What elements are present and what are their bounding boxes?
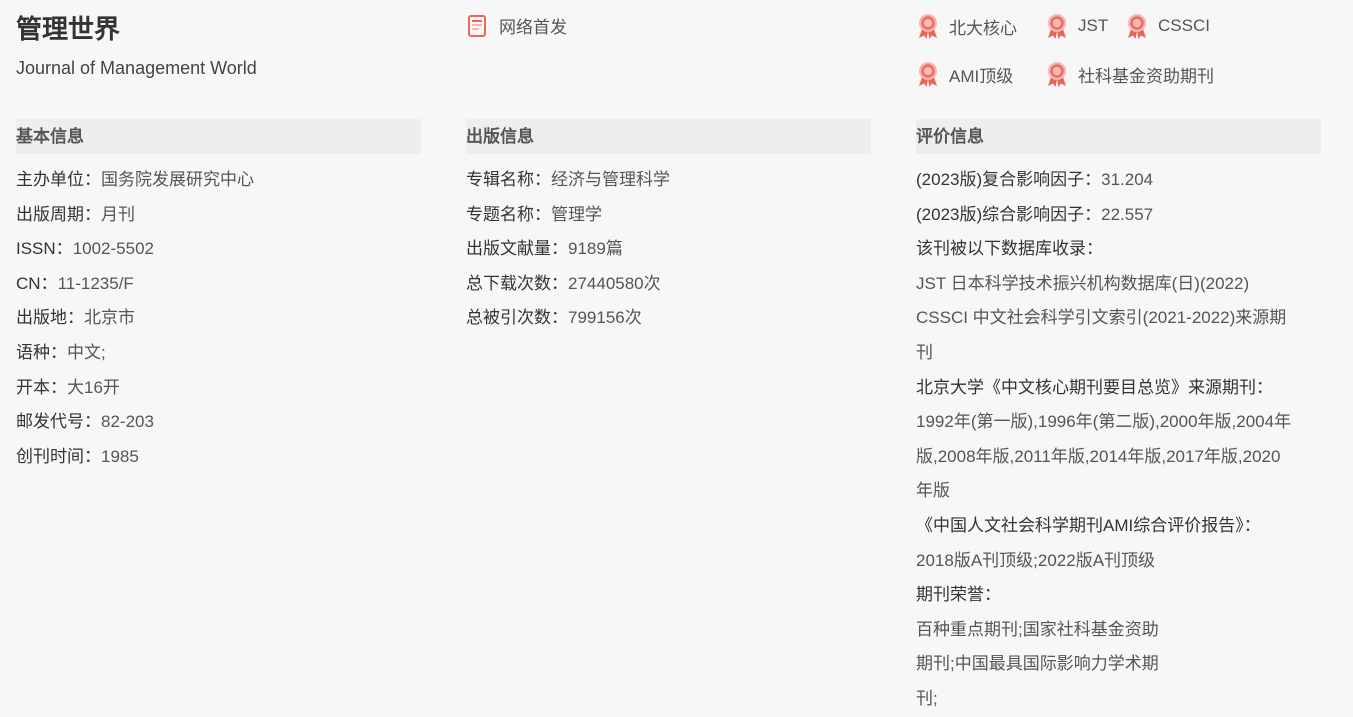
info-key: ISSN： bbox=[16, 239, 73, 259]
info-row: 总被引次数：799156次 bbox=[466, 301, 871, 336]
eval-line: (2023版)综合影响因子：22.557 bbox=[916, 198, 1321, 233]
info-value: 大16开 bbox=[67, 377, 120, 397]
eval-line: 期刊荣誉： bbox=[916, 585, 1001, 605]
eval-line: 该刊被以下数据库收录： bbox=[916, 239, 1103, 259]
info-row: 出版文献量：9189篇 bbox=[466, 232, 871, 267]
tag-label: 北大核心 bbox=[949, 18, 1017, 38]
info-row: 专辑名称：经济与管理科学 bbox=[466, 163, 871, 198]
award-ribbon-icon bbox=[1124, 12, 1150, 40]
info-key: 专辑名称： bbox=[466, 170, 551, 189]
journal-subtitle: Journal of Management World bbox=[16, 58, 257, 78]
basic-info-heading: 基本信息 bbox=[16, 119, 421, 154]
journal-title: 管理世界 bbox=[16, 14, 121, 44]
evaluation-info-section: 评价信息 (2023版)复合影响因子：31.204 (2023版)综合影响因子：… bbox=[916, 119, 1321, 717]
info-row: 邮发代号：82-203 bbox=[16, 405, 421, 440]
info-key: CN： bbox=[16, 273, 58, 293]
info-value: 9189篇 bbox=[568, 239, 623, 259]
info-value: 11-1235/F bbox=[57, 273, 134, 293]
first-publish-badge[interactable]: 网络首发 bbox=[466, 13, 567, 38]
info-key: 主办单位： bbox=[16, 170, 101, 189]
eval-line: 期刊;中国最具国际影响力学术期 bbox=[916, 654, 1159, 674]
award-ribbon-icon bbox=[1044, 12, 1070, 40]
eval-line: 版,2008年版,2011年版,2014年版,2017年版,2020 bbox=[916, 446, 1281, 466]
tag-ami-top[interactable]: AMI顶级 bbox=[915, 60, 1013, 88]
info-key: 邮发代号： bbox=[16, 412, 101, 432]
info-row: 开本：大16开 bbox=[16, 371, 421, 406]
tag-pku-core[interactable]: 北大核心 bbox=[915, 12, 1017, 40]
info-key: 创刊时间： bbox=[16, 446, 101, 466]
info-row: 专题名称：管理学 bbox=[466, 198, 871, 233]
document-icon bbox=[466, 14, 488, 38]
info-row: 出版周期：月刊 bbox=[16, 198, 421, 233]
eval-key: (2023版)复合影响因子： bbox=[916, 170, 1102, 189]
info-row: 总下载次数：27440580次 bbox=[466, 267, 871, 302]
first-publish-label: 网络首发 bbox=[499, 18, 567, 37]
info-key: 专题名称： bbox=[466, 204, 551, 224]
award-ribbon-icon bbox=[1044, 60, 1070, 88]
basic-info-section: 基本信息 主办单位：国务院发展研究中心 出版周期：月刊 ISSN：1002-55… bbox=[16, 119, 421, 474]
tag-social-science-fund[interactable]: 社科基金资助期刊 bbox=[1044, 60, 1214, 88]
info-row: CN：11-1235/F bbox=[16, 267, 421, 302]
info-key: 总被引次数： bbox=[466, 308, 568, 328]
publish-info-list: 专辑名称：经济与管理科学 专题名称：管理学 出版文献量：9189篇 总下载次数：… bbox=[466, 163, 871, 336]
info-key: 语种： bbox=[16, 342, 67, 362]
eval-line: 《中国人文社会科学期刊AMI综合评价报告》： bbox=[916, 515, 1261, 535]
info-value: 1002-5502 bbox=[72, 239, 154, 259]
info-row: 创刊时间：1985 bbox=[16, 440, 421, 475]
info-row: 出版地：北京市 bbox=[16, 301, 421, 336]
eval-line: 北京大学《中文核心期刊要目总览》来源期刊： bbox=[916, 377, 1273, 397]
eval-value: 22.557 bbox=[1101, 204, 1154, 224]
eval-line: JST 日本科学技术振兴机构数据库(日)(2022) bbox=[916, 273, 1250, 293]
tag-label: CSSCI bbox=[1158, 16, 1210, 35]
evaluation-info-heading: 评价信息 bbox=[916, 119, 1321, 154]
info-value: 国务院发展研究中心 bbox=[101, 170, 254, 189]
eval-line: (2023版)复合影响因子：31.204 bbox=[916, 163, 1321, 198]
info-key: 出版地： bbox=[16, 308, 84, 328]
evaluation-info-list: (2023版)复合影响因子：31.204 (2023版)综合影响因子：22.55… bbox=[916, 163, 1321, 717]
award-ribbon-icon bbox=[915, 60, 941, 88]
publish-info-heading: 出版信息 bbox=[466, 119, 871, 154]
info-key: 出版周期： bbox=[16, 204, 101, 224]
info-value: 82-203 bbox=[101, 412, 154, 432]
info-value: 1985 bbox=[101, 446, 139, 466]
info-value: 799156次 bbox=[568, 308, 642, 328]
eval-line: CSSCI 中文社会科学引文索引(2021-2022)来源期 bbox=[916, 308, 1287, 328]
tag-label: AMI顶级 bbox=[949, 66, 1014, 86]
eval-line: 百种重点期刊;国家社科基金资助 bbox=[916, 619, 1159, 639]
info-row: ISSN：1002-5502 bbox=[16, 232, 421, 267]
info-row: 语种：中文; bbox=[16, 336, 421, 371]
publish-info-section: 出版信息 专辑名称：经济与管理科学 专题名称：管理学 出版文献量：9189篇 总… bbox=[466, 119, 871, 336]
tag-cssci[interactable]: CSSCI bbox=[1124, 12, 1210, 40]
eval-line: 刊; bbox=[916, 688, 938, 708]
info-value: 月刊 bbox=[101, 204, 135, 224]
info-value: 经济与管理科学 bbox=[551, 170, 670, 189]
eval-value: 31.204 bbox=[1101, 170, 1154, 189]
basic-info-list: 主办单位：国务院发展研究中心 出版周期：月刊 ISSN：1002-5502 CN… bbox=[16, 163, 421, 474]
info-key: 开本： bbox=[16, 377, 67, 397]
tag-jst[interactable]: JST bbox=[1044, 12, 1108, 40]
award-ribbon-icon bbox=[915, 12, 941, 40]
info-key: 出版文献量： bbox=[466, 239, 568, 259]
info-row: 主办单位：国务院发展研究中心 bbox=[16, 163, 421, 198]
info-value: 27440580次 bbox=[568, 273, 661, 293]
eval-line: 年版 bbox=[916, 481, 950, 501]
eval-line: 刊 bbox=[916, 342, 933, 362]
info-key: 总下载次数： bbox=[466, 273, 568, 293]
info-value: 中文; bbox=[67, 342, 106, 362]
eval-line: 1992年(第一版),1996年(第二版),2000年版,2004年 bbox=[916, 412, 1292, 432]
tag-label: 社科基金资助期刊 bbox=[1078, 66, 1214, 86]
tag-label: JST bbox=[1078, 16, 1109, 35]
info-value: 管理学 bbox=[551, 204, 602, 224]
eval-key: (2023版)综合影响因子： bbox=[916, 204, 1102, 224]
info-value: 北京市 bbox=[84, 308, 135, 328]
eval-line: 2018版A刊顶级;2022版A刊顶级 bbox=[916, 550, 1156, 570]
